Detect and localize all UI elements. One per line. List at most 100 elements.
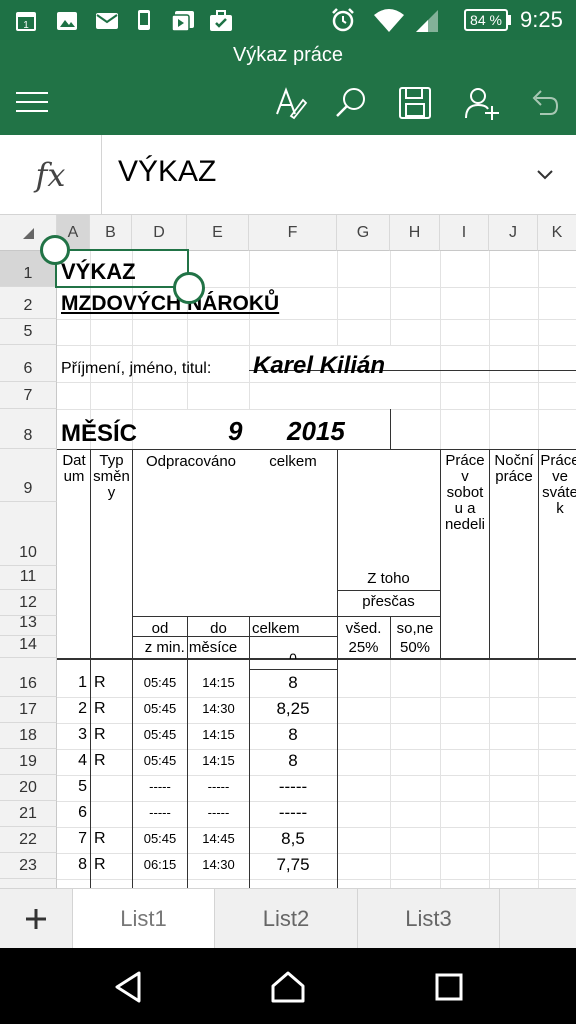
header-typ-smeny[interactable]: Typ směn y — [91, 453, 132, 501]
cell-partial-value[interactable]: 0 — [249, 651, 337, 659]
cell-shift-type[interactable]: R — [94, 752, 106, 770]
cell-a6-name-label[interactable]: Příjmení, jméno, titul: — [61, 360, 211, 378]
cell-time-from[interactable]: ----- — [133, 805, 187, 820]
sheet-tab-list3[interactable]: List3 — [358, 889, 500, 949]
header-z-min-mesice[interactable]: z min. měsíce — [133, 639, 249, 656]
cell-time-to[interactable]: ----- — [188, 805, 249, 820]
row-header-22[interactable]: 22 — [0, 827, 57, 853]
row-header-5[interactable]: 5 — [0, 319, 57, 345]
formula-input[interactable]: VÝKAZ — [118, 155, 216, 189]
cell-time-from[interactable]: 05:45 — [133, 753, 187, 768]
cell-day[interactable]: 2 — [57, 700, 87, 718]
header-od[interactable]: od — [133, 620, 187, 637]
header-prescas[interactable]: přesčas — [337, 593, 440, 610]
row-header-9[interactable]: 9 — [0, 449, 57, 502]
cell-total-hours[interactable]: 8,25 — [249, 699, 337, 719]
cell-total-hours[interactable]: ----- — [249, 803, 337, 823]
row-header-17[interactable]: 17 — [0, 697, 57, 723]
text-format-icon[interactable] — [274, 86, 308, 120]
row-header-14[interactable]: 14 — [0, 636, 57, 658]
header-25-percent[interactable]: 25% — [337, 639, 390, 656]
spreadsheet-grid[interactable]: A B D E F G H I J K 1 2 5 6 7 8 9 10 11 … — [0, 215, 576, 888]
cell-total-hours[interactable]: ----- — [249, 777, 337, 797]
cell-e8-month-value[interactable]: 9 — [228, 416, 242, 447]
header-50-percent[interactable]: 50% — [390, 639, 440, 656]
header-datum[interactable]: Dat um — [58, 453, 90, 485]
header-odpracovano[interactable]: Odpracováno — [133, 453, 249, 470]
cell-total-hours[interactable]: 7,75 — [249, 855, 337, 875]
row-header-11[interactable]: 11 — [0, 566, 57, 590]
cell-day[interactable]: 6 — [57, 804, 87, 822]
cell-day[interactable]: 4 — [57, 752, 87, 770]
row-header-12[interactable]: 12 — [0, 590, 57, 616]
cell-time-to[interactable]: 14:15 — [188, 753, 249, 768]
selection-handle-start[interactable] — [40, 235, 70, 265]
cell-f8-year-value[interactable]: 2015 — [287, 416, 345, 447]
row-header-7[interactable]: 7 — [0, 382, 57, 409]
cell-time-to[interactable]: 14:30 — [188, 857, 249, 872]
add-person-icon[interactable] — [464, 86, 500, 120]
row-header-10[interactable]: 10 — [0, 502, 57, 566]
cell-day[interactable]: 1 — [57, 674, 87, 692]
header-prace-svatek[interactable]: Práce ve sváte k — [540, 453, 576, 517]
cell-shift-type[interactable]: R — [94, 726, 106, 744]
menu-icon[interactable] — [15, 90, 49, 114]
row-header-18[interactable]: 18 — [0, 723, 57, 749]
cell-day[interactable]: 7 — [57, 830, 87, 848]
row-header-21[interactable]: 21 — [0, 801, 57, 827]
column-header-b[interactable]: B — [90, 215, 132, 251]
row-header-19[interactable]: 19 — [0, 749, 57, 775]
header-celkem-top[interactable]: celkem — [249, 453, 337, 470]
cell-day[interactable]: 3 — [57, 726, 87, 744]
chevron-down-icon[interactable] — [535, 168, 555, 182]
column-header-j[interactable]: J — [489, 215, 538, 251]
sheet-tab-list1[interactable]: List1 — [73, 889, 215, 949]
header-prace-sobota[interactable]: Práce v sobot u a nedeli — [441, 453, 489, 533]
cell-shift-type[interactable]: R — [94, 830, 106, 848]
header-nocni-prace[interactable]: Noční práce — [490, 453, 538, 485]
recents-icon[interactable] — [434, 972, 464, 1002]
cell-total-hours[interactable]: 8 — [249, 725, 337, 745]
header-so-ne[interactable]: so,ne — [390, 620, 440, 637]
row-header-8[interactable]: 8 — [0, 409, 57, 449]
column-header-g[interactable]: G — [337, 215, 390, 251]
cell-a2-subtitle[interactable]: MZDOVÝCH NÁROKŮ — [61, 292, 279, 316]
header-z-toho[interactable]: Z toho — [337, 570, 440, 587]
cell-shift-type[interactable]: R — [94, 856, 106, 874]
column-header-k[interactable]: K — [538, 215, 576, 251]
selection-handle-end[interactable] — [173, 272, 205, 304]
row-header-16[interactable]: 16 — [0, 658, 57, 697]
cell-day[interactable]: 5 — [57, 778, 87, 796]
cell-day[interactable]: 8 — [57, 856, 87, 874]
sheet-tab-list2[interactable]: List2 — [215, 889, 358, 949]
cell-a8-month-label[interactable]: MĚSÍC — [61, 420, 137, 448]
cell-time-to[interactable]: 14:45 — [188, 831, 249, 846]
header-celkem[interactable]: celkem — [252, 620, 300, 637]
cell-total-hours[interactable]: 8 — [249, 751, 337, 771]
cell-total-hours[interactable]: 8,5 — [249, 829, 337, 849]
row-header-13[interactable]: 13 — [0, 614, 57, 636]
column-header-f[interactable]: F — [249, 215, 337, 251]
cell-time-to[interactable]: ----- — [188, 779, 249, 794]
back-icon[interactable] — [113, 970, 145, 1004]
cell-time-from[interactable]: 05:45 — [133, 831, 187, 846]
undo-icon[interactable] — [528, 88, 560, 118]
add-sheet-button[interactable] — [0, 889, 73, 949]
cell-f6-name-value[interactable]: Karel Kilián — [253, 352, 385, 380]
row-header-6[interactable]: 6 — [0, 345, 57, 382]
cell-time-to[interactable]: 14:15 — [188, 727, 249, 742]
row-header-2[interactable]: 2 — [0, 287, 57, 319]
cell-time-from[interactable]: 05:45 — [133, 675, 187, 690]
cell-time-from[interactable]: 05:45 — [133, 701, 187, 716]
cell-time-to[interactable]: 14:15 — [188, 675, 249, 690]
cell-time-from[interactable]: 06:15 — [133, 857, 187, 872]
save-icon[interactable] — [398, 86, 432, 120]
column-header-e[interactable]: E — [187, 215, 249, 251]
row-header-20[interactable]: 20 — [0, 775, 57, 801]
column-header-d[interactable]: D — [132, 215, 187, 251]
cell-time-to[interactable]: 14:30 — [188, 701, 249, 716]
home-icon[interactable] — [270, 970, 306, 1004]
cell-total-hours[interactable]: 8 — [249, 673, 337, 693]
row-header-23[interactable]: 23 — [0, 853, 57, 879]
cell-time-from[interactable]: ----- — [133, 779, 187, 794]
